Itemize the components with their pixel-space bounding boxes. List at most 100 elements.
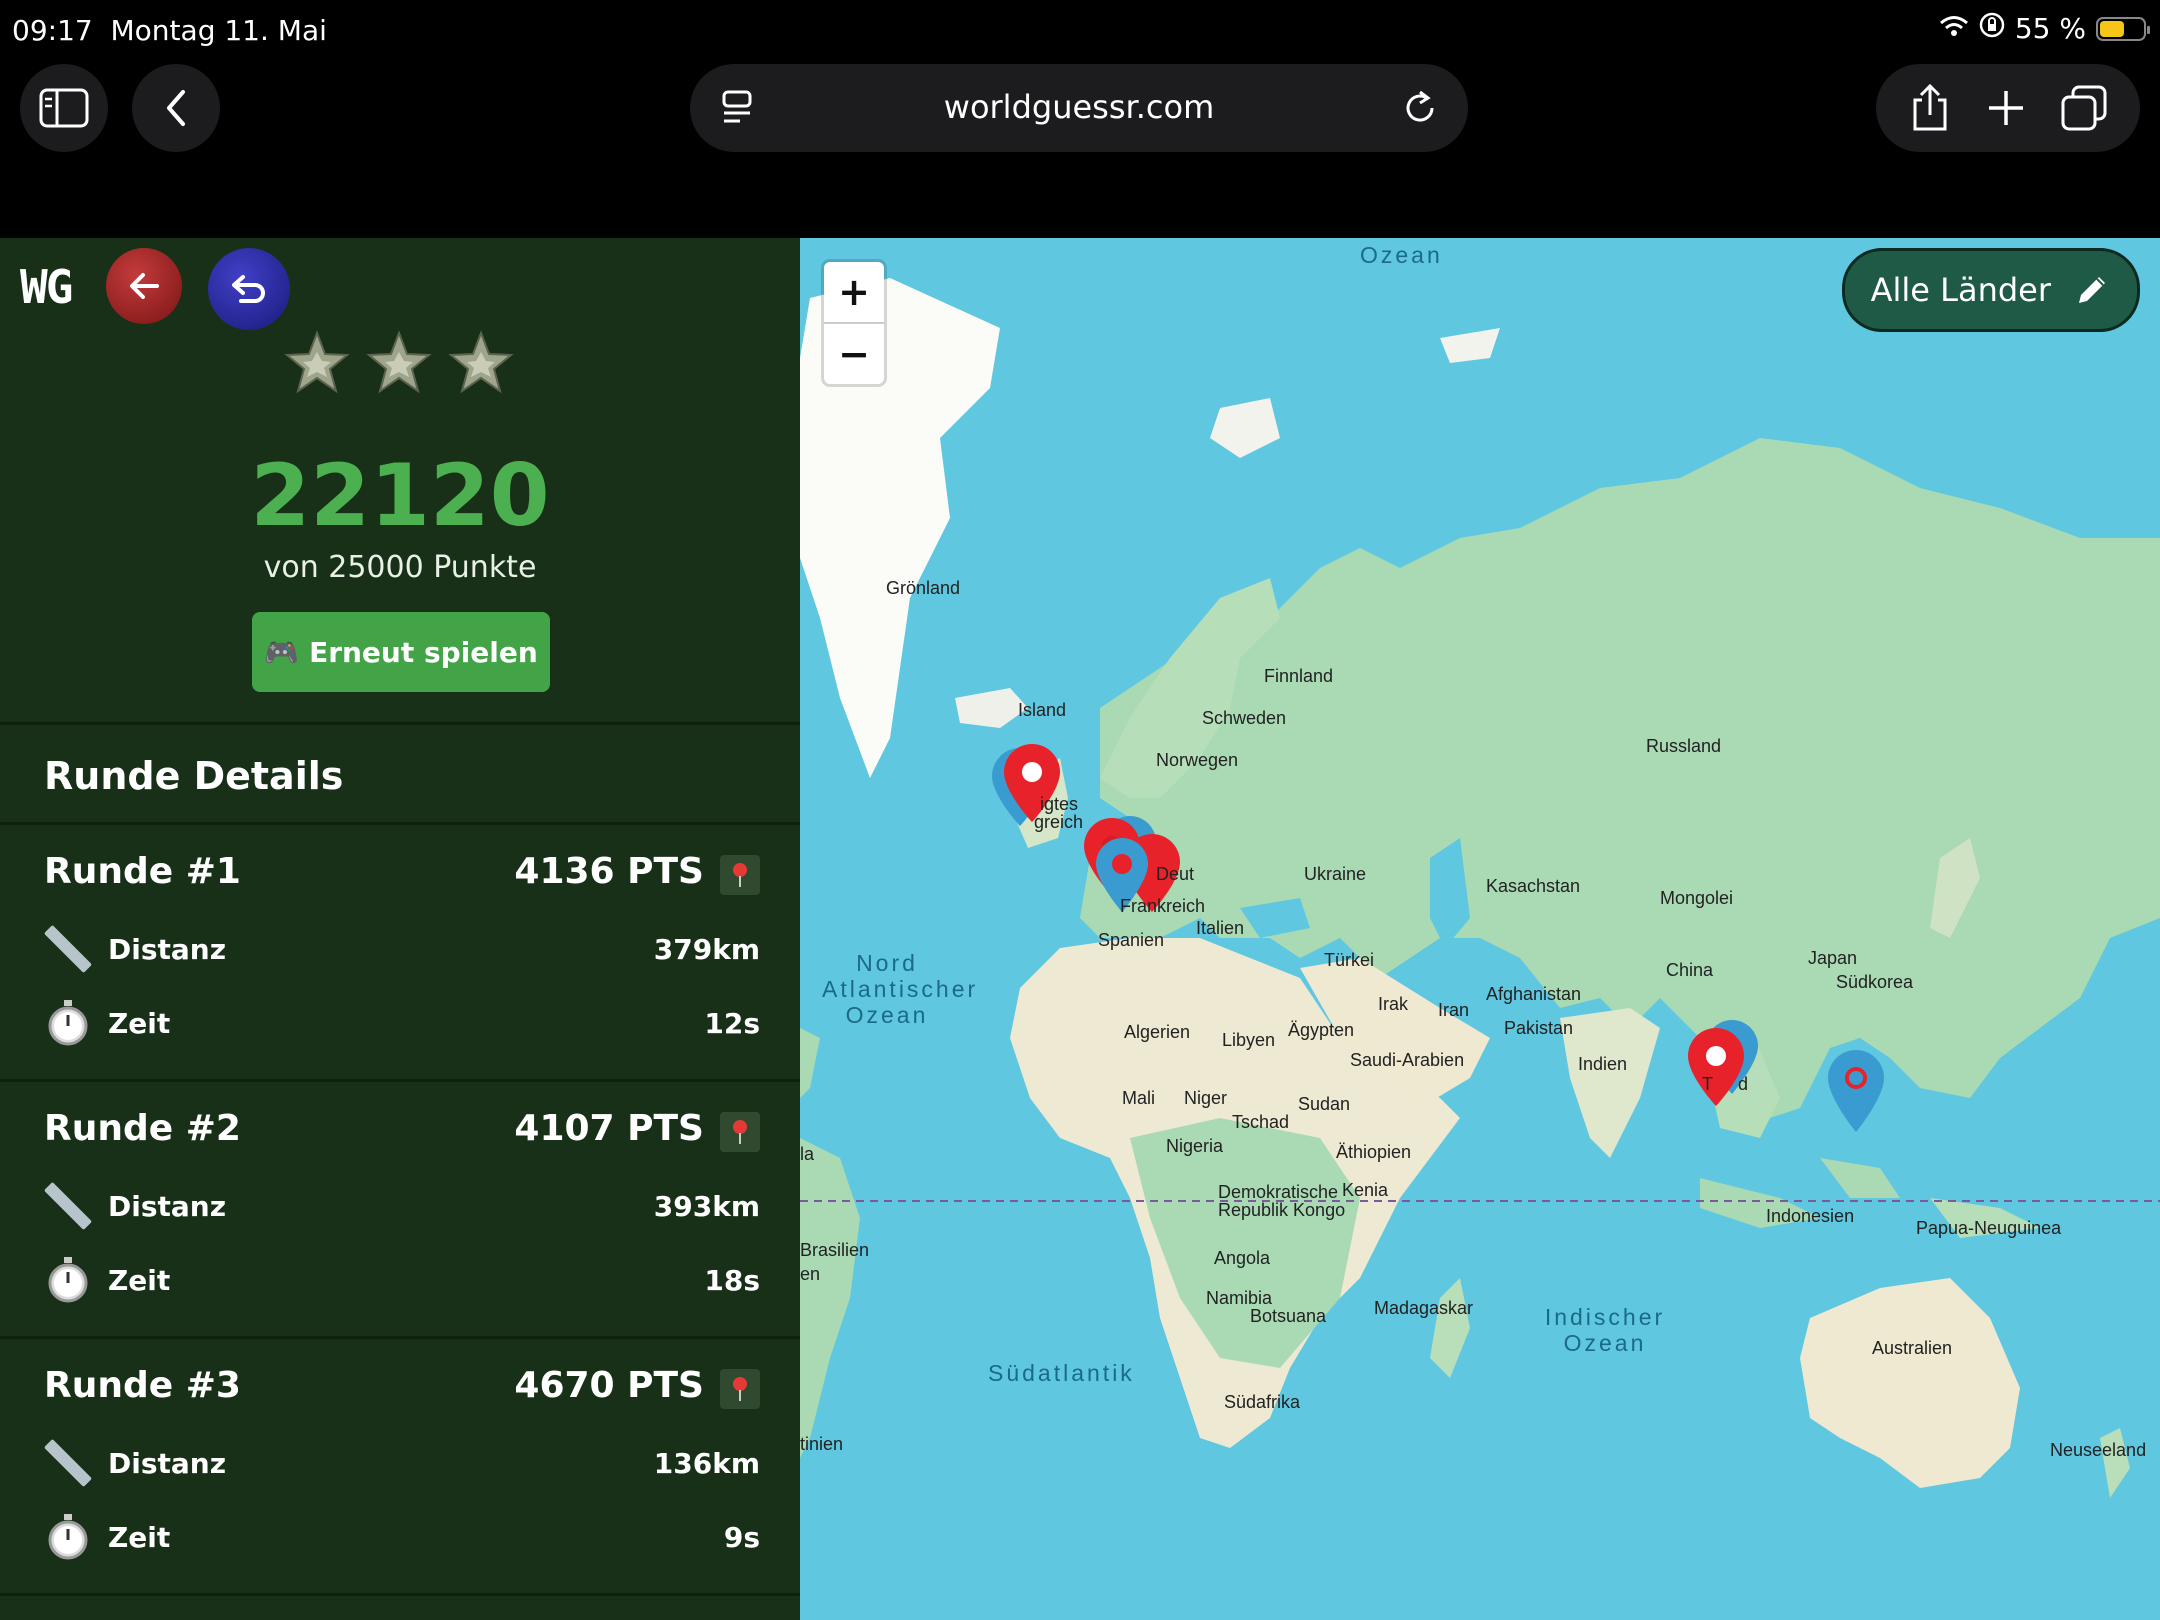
country-label: Finnland xyxy=(1264,666,1334,686)
country-label: Südafrika xyxy=(1224,1392,1301,1412)
divider xyxy=(0,722,800,725)
country-label: Algerien xyxy=(1124,1022,1191,1042)
country-label: Spanien xyxy=(1098,930,1165,950)
distance-value: 136km xyxy=(653,1446,760,1480)
ruler-icon xyxy=(44,1182,92,1230)
gamepad-icon: 🎮 xyxy=(264,635,300,669)
round-card[interactable]: Runde #1 4136 PTS Distanz 379km Zeit 12s xyxy=(0,825,800,1081)
undo-icon xyxy=(232,275,265,303)
country-label: Australien xyxy=(1872,1338,1953,1358)
stopwatch-icon xyxy=(44,999,92,1047)
time-row: Zeit 12s xyxy=(44,995,760,1051)
status-time-date: 09:17 Montag 11. Mai xyxy=(12,14,327,47)
reload-icon[interactable] xyxy=(1402,88,1440,128)
divider xyxy=(0,1593,800,1596)
round-points: 4670 PTS xyxy=(514,1365,704,1406)
play-again-label: Erneut spielen xyxy=(309,635,538,669)
country-label: Nigeria xyxy=(1166,1136,1224,1156)
country-label: d xyxy=(1738,1074,1749,1094)
country-label: tinien xyxy=(800,1434,844,1454)
plus-icon[interactable] xyxy=(1986,88,2026,128)
country-label: Iran xyxy=(1438,1000,1470,1020)
country-label: la xyxy=(800,1144,815,1164)
country-label: Mongolei xyxy=(1660,888,1734,908)
ruler-icon xyxy=(44,1439,92,1487)
zoom-in-button[interactable]: + xyxy=(824,262,884,324)
distance-label: Distanz xyxy=(108,932,227,966)
country-label: Angola xyxy=(1214,1248,1271,1268)
world-map[interactable]: + − Alle Länder Ozean Nord Atlantischer … xyxy=(800,238,2160,1620)
country-label: China xyxy=(1666,960,1714,980)
country-label: Ukraine xyxy=(1304,864,1367,884)
time-label: Zeit xyxy=(108,1263,171,1297)
country-label: Norwegen xyxy=(1156,750,1239,770)
back-chevron-icon xyxy=(167,90,185,126)
round-title: Runde #1 xyxy=(44,851,241,892)
results-panel: WG 22120 von 25000 Punkte 🎮 Erneut spiel… xyxy=(0,238,800,1620)
time-value: 12s xyxy=(704,1006,760,1040)
time-row: Zeit 9s xyxy=(44,1509,760,1565)
round-card[interactable]: Runde #2 4107 PTS Distanz 393km Zeit 18s xyxy=(0,1082,800,1338)
ruler-icon xyxy=(44,925,92,973)
ocean-label-south-atlantic: Südatlantik xyxy=(988,1360,1135,1386)
country-label: Sudan xyxy=(1298,1094,1351,1114)
copy-tabs-icon[interactable] xyxy=(2061,85,2107,131)
country-label: Libyen xyxy=(1222,1030,1276,1050)
toolbar-actions xyxy=(1876,64,2140,152)
rating-stars xyxy=(284,330,514,396)
country-label: Mali xyxy=(1122,1088,1156,1108)
country-label: Madagaskar xyxy=(1374,1298,1474,1318)
zoom-out-button[interactable]: − xyxy=(824,324,884,384)
back-to-menu-button[interactable] xyxy=(106,248,182,324)
status-bar: 09:17 Montag 11. Mai 55 % xyxy=(0,0,2160,60)
zoom-control: + − xyxy=(824,262,884,384)
stopwatch-icon xyxy=(44,1513,92,1561)
pin-icon[interactable] xyxy=(720,855,760,895)
ocean-label-north-atlantic: Nord Atlantischer Ozean xyxy=(822,950,979,1028)
total-score: 22120 xyxy=(250,446,550,546)
country-label: Indien xyxy=(1578,1054,1628,1074)
battery-percent: 55 % xyxy=(2014,12,2086,45)
country-label: Irak xyxy=(1378,994,1409,1014)
country-label: Brasilien xyxy=(800,1240,870,1260)
back-button[interactable] xyxy=(132,64,220,152)
time-row: Zeit 18s xyxy=(44,1252,760,1308)
country-label: Island xyxy=(1018,700,1067,720)
country-label: Tschad xyxy=(1232,1112,1290,1132)
country-label: Russland xyxy=(1646,736,1722,756)
round-details-title: Runde Details xyxy=(44,754,344,798)
country-label: Kenia xyxy=(1342,1180,1389,1200)
pin-icon[interactable] xyxy=(720,1369,760,1409)
distance-label: Distanz xyxy=(108,1189,227,1223)
round-points: 4107 PTS xyxy=(514,1108,704,1149)
round-points: 4136 PTS xyxy=(514,851,704,892)
round-title: Runde #2 xyxy=(44,1108,241,1149)
answer-pin[interactable] xyxy=(1828,1050,1884,1132)
map-landmass xyxy=(800,278,2160,1498)
distance-row: Distanz 379km xyxy=(44,921,760,977)
country-filter-button[interactable]: Alle Länder xyxy=(1841,248,2140,332)
undo-button[interactable] xyxy=(208,248,290,330)
distance-value: 379km xyxy=(653,932,760,966)
address-bar[interactable]: worldguessr.com xyxy=(690,64,1468,152)
distance-row: Distanz 393km xyxy=(44,1178,760,1234)
time-value: 9s xyxy=(723,1520,760,1554)
country-label: Türkei xyxy=(1324,950,1375,970)
play-again-button[interactable]: 🎮 Erneut spielen xyxy=(252,612,550,692)
country-label: Niger xyxy=(1184,1088,1228,1108)
pin-icon[interactable] xyxy=(720,1112,760,1152)
country-filter-label: Alle Länder xyxy=(1870,271,2051,309)
orientation-lock-icon xyxy=(1979,12,2005,45)
star-icon xyxy=(448,330,514,394)
battery-icon xyxy=(2096,16,2150,41)
share-icon[interactable] xyxy=(1909,83,1951,133)
score-max: von 25000 Punkte xyxy=(263,550,537,585)
distance-label: Distanz xyxy=(108,1446,227,1480)
pencil-icon xyxy=(2079,277,2105,303)
country-label: Grönland xyxy=(886,578,961,598)
country-label: Südkorea xyxy=(1836,972,1914,992)
sidebar-toggle-button[interactable] xyxy=(20,64,108,152)
round-card[interactable]: Runde #3 4670 PTS Distanz 136km Zeit 9s xyxy=(0,1339,800,1595)
country-label: Schweden xyxy=(1202,708,1287,728)
sidebar-icon xyxy=(39,88,89,128)
